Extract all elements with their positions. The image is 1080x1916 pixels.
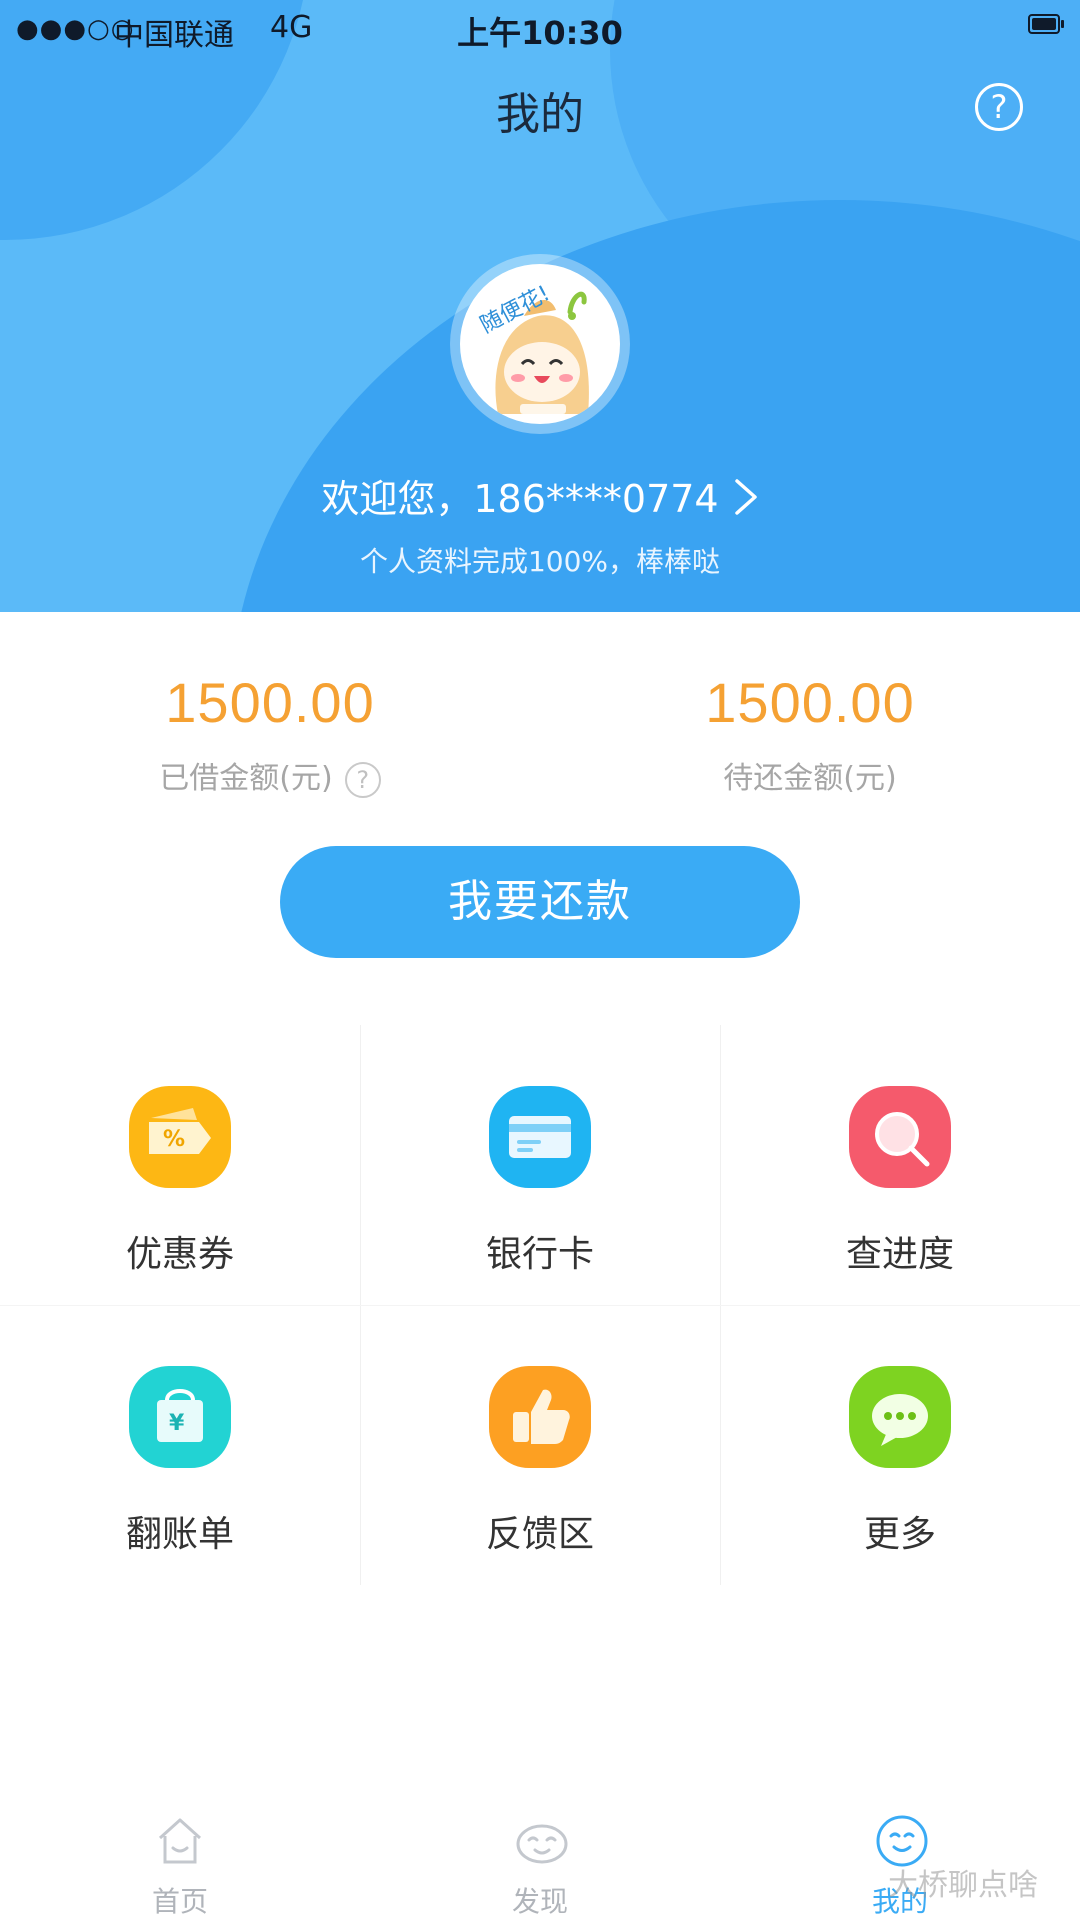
avatar[interactable]: 随便花! (450, 254, 630, 434)
tab-label: 发现 (511, 1885, 568, 1916)
borrowed-label-text: 已借金额(元) (159, 761, 333, 796)
my-account-screen: ●●●○○ 中国联通 4G 上午10:30 我的 ? 随便花! 欢迎您，186*… (0, 0, 1080, 1916)
borrowed-amount: 1500.00 已借金额(元)? (0, 670, 540, 798)
search-progress-icon (849, 1086, 951, 1188)
svg-text:¥: ¥ (169, 1411, 185, 1436)
grid-item-label: 更多 (863, 1514, 936, 1555)
grid-item-label: 翻账单 (125, 1514, 234, 1555)
thumbs-up-icon (489, 1366, 591, 1468)
pending-amount: 1500.00 待还金额(元) (540, 670, 1080, 797)
tab-home[interactable]: 首页 (0, 1800, 360, 1916)
function-grid: % 优惠券 银行卡 查进度 ¥ 翻账单 反馈区 更多 (0, 1025, 1080, 1585)
grid-item-progress[interactable]: 查进度 (720, 1025, 1080, 1305)
grid-item-label: 优惠券 (125, 1234, 234, 1275)
grid-item-more[interactable]: 更多 (720, 1305, 1080, 1585)
grid-item-coupon[interactable]: % 优惠券 (0, 1025, 360, 1305)
svg-text:%: % (163, 1127, 185, 1152)
help-button[interactable]: ? (975, 83, 1023, 131)
watermark: 大桥聊点啥 (888, 1868, 1038, 1903)
status-time: 上午10:30 (457, 14, 623, 52)
welcome-link[interactable]: 欢迎您，186****0774 (0, 468, 1080, 526)
repay-button[interactable]: 我要还款 (280, 846, 800, 958)
grid-item-bank-card[interactable]: 银行卡 (360, 1025, 720, 1305)
page-title: 我的 (496, 89, 584, 140)
grid-item-label: 查进度 (845, 1234, 954, 1275)
battery-icon (1028, 14, 1064, 34)
pending-amount-label: 待还金额(元) (723, 761, 897, 796)
more-chat-icon (849, 1366, 951, 1468)
bill-bag-icon: ¥ (129, 1366, 231, 1468)
profile-header: ●●●○○ 中国联通 4G 上午10:30 我的 ? 随便花! 欢迎您，186*… (0, 0, 1080, 612)
grid-item-label: 银行卡 (485, 1234, 594, 1275)
grid-item-label: 反馈区 (485, 1514, 594, 1555)
bank-card-icon (489, 1086, 591, 1188)
coupon-icon: % (129, 1086, 231, 1188)
borrowed-amount-value: 1500.00 (165, 671, 375, 734)
question-icon[interactable]: ? (344, 761, 381, 798)
profile-completion-text: 个人资料完成100%，棒棒哒 (359, 545, 721, 578)
tab-label: 首页 (151, 1885, 208, 1916)
discover-icon (516, 1824, 568, 1864)
grid-item-feedback[interactable]: 反馈区 (360, 1305, 720, 1585)
mascot-avatar-icon: 随便花! (460, 264, 620, 424)
pending-amount-value: 1500.00 (705, 671, 915, 734)
status-bar: ●●●○○ 中国联通 4G 上午10:30 (0, 0, 1080, 54)
chevron-right-icon (733, 477, 759, 526)
tab-discover[interactable]: 发现 (360, 1800, 720, 1916)
grid-item-bill[interactable]: ¥ 翻账单 (0, 1305, 360, 1585)
welcome-text: 欢迎您，186****0774 (321, 477, 719, 521)
borrowed-amount-label: 已借金额(元)? (0, 753, 540, 798)
home-icon (158, 1818, 202, 1864)
